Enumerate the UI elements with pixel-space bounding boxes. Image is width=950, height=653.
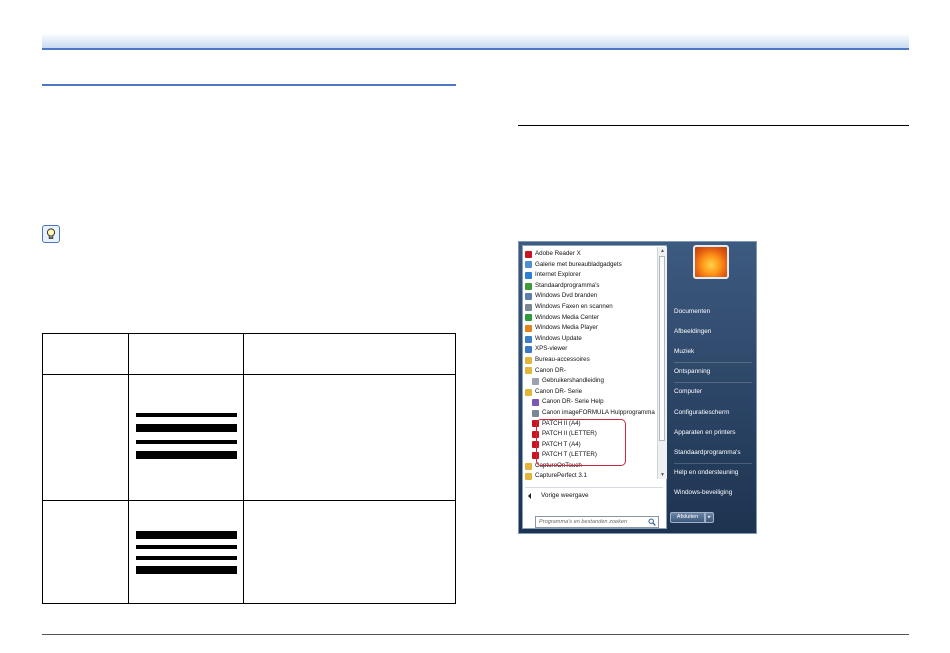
scrollbar-thumb[interactable] [659,256,665,441]
program-label: Windows Media Center [535,313,599,321]
program-label: Gebruikershandleiding [542,377,604,385]
program-label: Canon DR- Serie [535,387,583,395]
media-center-icon [525,314,532,322]
program-item[interactable]: XPS-viewer [523,344,657,355]
pdf-red-icon [525,250,532,258]
back-arrow-icon [528,492,531,499]
program-item[interactable]: CapturePerfect 3.1 [523,471,657,482]
program-item[interactable]: Standaardprogramma's [523,281,657,292]
program-item[interactable]: Internet Explorer [523,270,657,281]
folder-icon [525,473,532,481]
shutdown-options-chevron-icon[interactable]: ▸ [705,512,714,523]
patch-code-table [42,333,456,604]
table-row [43,374,455,501]
program-label: Windows Dvd branden [535,292,598,300]
start-menu-place-item[interactable]: Afbeeldingen [674,328,711,335]
search-placeholder: Programma's en bestanden zoeken [539,519,628,525]
user-avatar[interactable] [693,245,729,279]
places-separator [674,462,752,464]
patch-files-highlight [536,419,626,466]
program-label: Standaardprogramma's [535,281,600,289]
back-button[interactable]: Vorige weergave [528,492,589,499]
default-programs-icon [525,282,532,290]
program-label: Windows Faxen en scannen [535,302,613,310]
back-label: Vorige weergave [541,492,589,499]
scroll-up-icon[interactable]: ▲ [658,247,667,255]
program-label: Adobe Reader X [535,250,581,257]
subsection-heading-rule [518,125,909,126]
folder-icon [525,367,532,375]
program-label: Canon DR- [535,366,566,374]
scroll-down-icon[interactable]: ▼ [658,471,667,479]
start-menu-place-item[interactable]: Help en ondersteuning [674,469,738,476]
program-label: Internet Explorer [535,271,581,279]
places-separator [674,362,752,364]
start-menu-place-item[interactable]: Ontspanning [674,368,710,375]
start-menu-places-pane: Documenten Afbeeldingen Muziek Ontspanning C… [670,242,756,533]
program-label: XPS-viewer [535,345,568,353]
program-item[interactable]: Gebruikershandleiding [523,376,657,387]
folder-icon [525,356,532,364]
start-menu-place-item[interactable]: Configuratiescherm [674,409,729,416]
internet-explorer-icon [525,271,532,279]
folder-icon [525,462,532,470]
program-item[interactable]: Bureau-accessoires [523,355,657,366]
document-icon [532,377,539,385]
program-label: Bureau-accessoires [535,355,590,363]
program-item[interactable]: Canon imageFORMULA Hulpprogramma [523,408,657,419]
table-header-row [43,334,455,375]
program-item[interactable]: Canon DR- Serie Help [523,397,657,408]
program-item[interactable]: Adobe Reader X [523,249,657,260]
section-heading-rule [42,84,456,86]
program-label: Canon DR- Serie Help [542,398,604,406]
search-icon[interactable] [648,518,656,526]
media-player-icon [525,324,532,332]
start-menu: Adobe Reader X Galerie met bureaubladgadg… [518,241,757,534]
program-item[interactable]: Canon DR- Serie [523,387,657,398]
places-separator [674,382,752,384]
program-item[interactable]: Windows Media Player [523,323,657,334]
page-header-band [42,33,909,50]
start-menu-place-item[interactable]: Apparaten en printers [674,429,735,436]
program-label: Windows Media Player [535,324,598,332]
programs-scrollbar[interactable]: ▲ ▼ [657,247,667,479]
page-footer-rule [42,634,909,635]
program-item[interactable]: Windows Update [523,334,657,345]
xps-viewer-icon [525,346,532,354]
program-item[interactable]: Windows Dvd branden [523,291,657,302]
start-menu-place-item[interactable]: Computer [674,388,702,395]
program-label: Canon imageFORMULA Hulpprogramma [542,408,655,416]
search-input[interactable]: Programma's en bestanden zoeken [535,516,659,528]
program-item[interactable]: Canon DR- [523,366,657,377]
start-menu-place-item[interactable]: Standaardprogramma's [674,449,741,456]
start-menu-programs-pane: Adobe Reader X Galerie met bureaubladgadg… [522,245,667,529]
folder-icon [525,388,532,396]
program-item[interactable]: Windows Faxen en scannen [523,302,657,313]
utility-icon [532,409,539,417]
program-label: Galerie met bureaubladgadgets [535,260,622,268]
program-item[interactable]: Galerie met bureaubladgadgets [523,260,657,271]
start-menu-place-item[interactable]: Windows-beveiliging [674,489,732,496]
help-icon [532,399,539,407]
start-menu-place-item[interactable]: Documenten [674,308,710,315]
gadget-gallery-icon [525,261,532,269]
start-menu-place-item[interactable]: Muziek [674,348,694,355]
lightbulb-hint-icon [42,225,60,243]
program-label: Windows Update [535,334,582,342]
program-item[interactable]: Windows Media Center [523,313,657,324]
fax-scan-icon [525,303,532,311]
shutdown-button[interactable]: Afsluiten [670,512,705,523]
windows-update-icon [525,335,532,343]
program-label: CapturePerfect 3.1 [535,472,587,480]
programs-separator [525,487,663,488]
dvd-icon [525,293,532,301]
